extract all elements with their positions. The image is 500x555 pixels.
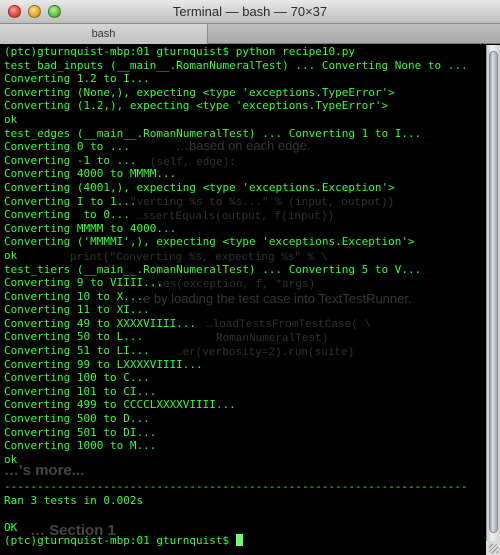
terminal-line: Converting 99 to LXXXXVIIII... [4,357,203,371]
tab-bar: bash [0,24,500,44]
terminal-output: (ptc)gturnquist-mbp:01 gturnquist$ pytho… [4,45,484,548]
terminal-line: Converting 100 to C... [4,371,150,385]
window-title: Terminal — bash — 70×37 [172,4,328,19]
terminal-line: ok [4,452,18,466]
terminal-line: Converting 9 to VIIII... [4,276,163,290]
terminal-line: Converting 499 to CCCCLXXXXVIIII... [4,398,236,412]
terminal-content[interactable]: …based on each edge. (self, edge): "vert… [0,45,486,555]
terminal-line: Converting 10 to X... [4,289,144,303]
resize-grip-icon[interactable] [486,541,500,555]
terminal-line: Converting MMMM to 4000... [4,221,177,235]
shell-prompt: (ptc)gturnquist-mbp:01 gturnquist$ [4,534,236,548]
tab-bash[interactable]: bash [0,24,208,44]
terminal-line: Converting -1 to ... [4,153,137,167]
text-cursor [235,534,243,547]
terminal-line: Converting 101 to CI... [4,384,157,398]
terminal-line: ok [4,248,18,262]
terminal-line: (ptc)gturnquist-mbp:01 gturnquist$ pytho… [4,45,355,58]
terminal-line: Converting 51 to LI... [4,344,150,358]
terminal-line: OK [4,520,18,534]
terminal-line: test_edges (__main__.RomanNumeralTest) .… [4,126,422,140]
terminal-line: ----------------------------------------… [4,480,468,493]
terminal-line: Converting 501 to DI... [4,425,157,439]
terminal-line: Converting 500 to D... [4,412,150,426]
terminal-line: test_bad_inputs (__main__.RomanNumeralTe… [4,58,468,72]
terminal-window: Terminal — bash — 70×37 bash …based on e… [0,0,500,555]
terminal-line: test_tiers (__main__.RomanNumeralTest) .… [4,262,422,276]
terminal-line: ok [4,112,18,126]
terminal-line: Converting (4001,), expecting <type 'exc… [4,180,395,194]
scrollbar-thumb[interactable] [489,51,498,533]
terminal-line: Ran 3 tests in 0.002s [4,493,144,507]
terminal-line: Converting 50 to L... [4,330,144,344]
terminal-line: Converting ('MMMMI',), expecting <type '… [4,235,415,249]
terminal-line: Converting 0 to ... [4,140,130,154]
terminal-line: Converting 1.2 to I... [4,72,150,86]
terminal-line: Converting I to 1... [4,194,137,208]
vertical-scrollbar[interactable] [486,45,500,555]
terminal-line: Converting 1000 to M... [4,439,157,453]
terminal-line: Converting to 0... [4,208,130,222]
terminal-prompt-line[interactable]: (ptc)gturnquist-mbp:01 gturnquist$ [4,534,484,548]
terminal-line: Converting 11 to XI... [4,303,150,317]
title-bar[interactable]: Terminal — bash — 70×37 [0,0,500,24]
terminal-line: Converting (None,), expecting <type 'exc… [4,85,395,99]
terminal-line: Converting 4000 to MMMM... [4,167,177,181]
terminal-line: Converting 49 to XXXXVIIII... [4,316,197,330]
terminal-line: Converting (1.2,), expecting <type 'exce… [4,99,389,113]
